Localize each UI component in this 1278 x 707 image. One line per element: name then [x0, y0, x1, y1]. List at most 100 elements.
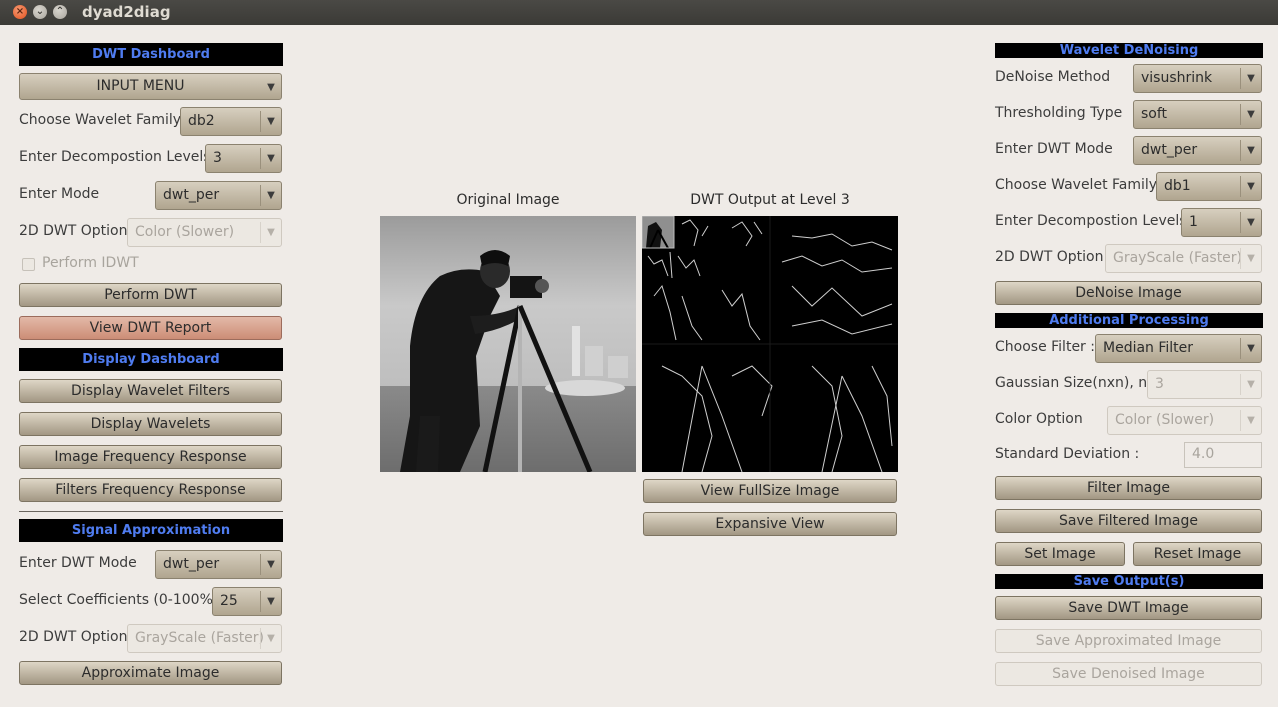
denoise-method-value: visushrink — [1141, 70, 1213, 86]
divider — [19, 511, 283, 512]
thresholding-type-value: soft — [1141, 106, 1168, 122]
denoise-levels-select[interactable]: 1 ▼ — [1181, 208, 1262, 237]
sig-option-label: 2D DWT Option — [19, 629, 128, 645]
chevron-down-icon: ▼ — [260, 554, 281, 575]
perform-dwt-button[interactable]: Perform DWT — [19, 283, 282, 307]
minimize-icon[interactable]: ⌄ — [33, 5, 47, 19]
perform-idwt-checkbox[interactable] — [22, 258, 35, 271]
decomp-levels-select[interactable]: 3 ▼ — [205, 144, 282, 173]
input-menu-dropdown[interactable]: INPUT MENU ▼ — [19, 73, 282, 100]
coefficients-label: Select Coefficients (0-100%) — [19, 592, 219, 608]
close-icon[interactable]: × — [13, 5, 27, 19]
choose-filter-label: Choose Filter : — [995, 339, 1095, 355]
denoise-dwt-mode-select[interactable]: dwt_per ▼ — [1133, 136, 1262, 165]
chevron-down-icon: ▼ — [260, 628, 281, 649]
maximize-icon[interactable]: ⌃ — [53, 5, 67, 19]
save-filtered-image-button[interactable]: Save Filtered Image — [995, 509, 1262, 533]
thresholding-type-select[interactable]: soft ▼ — [1133, 100, 1262, 129]
coefficients-value: 25 — [220, 593, 238, 609]
mode-label: Enter Mode — [19, 186, 100, 202]
sig-option-select[interactable]: GrayScale (Faster) ▼ — [127, 624, 282, 653]
reset-image-button[interactable]: Reset Image — [1133, 542, 1262, 566]
dwt-option-value: Color (Slower) — [135, 224, 235, 240]
thresholding-type-label: Thresholding Type — [995, 105, 1123, 121]
save-outputs-header: Save Output(s) — [995, 574, 1263, 589]
dwt-dashboard-header: DWT Dashboard — [19, 43, 283, 66]
choose-filter-select[interactable]: Median Filter ▼ — [1095, 334, 1262, 363]
chevron-down-icon: ▼ — [1240, 140, 1261, 161]
signal-approximation-header: Signal Approximation — [19, 519, 283, 542]
dwt-output-image — [642, 216, 898, 472]
display-wavelet-filters-button[interactable]: Display Wavelet Filters — [19, 379, 282, 403]
set-image-button[interactable]: Set Image — [995, 542, 1125, 566]
chevron-down-icon: ▼ — [1240, 176, 1261, 197]
window-titlebar: × ⌄ ⌃ dyad2diag — [0, 0, 1278, 25]
perform-idwt-label: Perform IDWT — [42, 255, 139, 271]
denoise-option-value: GrayScale (Faster) — [1113, 250, 1243, 266]
save-denoised-image-button[interactable]: Save Denoised Image — [995, 662, 1262, 686]
denoise-family-value: db1 — [1164, 178, 1191, 194]
denoise-family-select[interactable]: db1 ▼ — [1156, 172, 1262, 201]
chevron-down-icon: ▼ — [260, 148, 281, 169]
gaussian-size-value: 3 — [1155, 376, 1164, 392]
denoise-method-select[interactable]: visushrink ▼ — [1133, 64, 1262, 93]
color-option-label: Color Option — [995, 411, 1083, 427]
wavelet-family-select[interactable]: db2 ▼ — [180, 107, 282, 136]
denoise-dwt-mode-label: Enter DWT Mode — [995, 141, 1113, 157]
chevron-down-icon: ▼ — [1240, 104, 1261, 125]
chevron-down-icon: ▼ — [260, 111, 281, 132]
additional-processing-header: Additional Processing — [995, 313, 1263, 328]
image-frequency-response-button[interactable]: Image Frequency Response — [19, 445, 282, 469]
dwt-option-select[interactable]: Color (Slower) ▼ — [127, 218, 282, 247]
sig-mode-label: Enter DWT Mode — [19, 555, 137, 571]
save-approximated-image-button[interactable]: Save Approximated Image — [995, 629, 1262, 653]
filters-frequency-response-button[interactable]: Filters Frequency Response — [19, 478, 282, 502]
coefficients-select[interactable]: 25 ▼ — [212, 587, 282, 616]
wavelet-family-value: db2 — [188, 113, 215, 129]
original-image-caption: Original Image — [456, 192, 560, 208]
save-dwt-image-button[interactable]: Save DWT Image — [995, 596, 1262, 620]
denoise-method-label: DeNoise Method — [995, 69, 1111, 85]
approximate-image-button[interactable]: Approximate Image — [19, 661, 282, 685]
expansive-view-button[interactable]: Expansive View — [643, 512, 897, 536]
standard-deviation-label: Standard Deviation : — [995, 446, 1140, 462]
choose-filter-value: Median Filter — [1103, 340, 1194, 356]
input-menu-label: INPUT MENU — [96, 78, 185, 94]
dwt-output-caption: DWT Output at Level 3 — [690, 192, 850, 208]
chevron-down-icon: ▼ — [260, 222, 281, 243]
view-dwt-report-button[interactable]: View DWT Report — [19, 316, 282, 340]
view-fullsize-image-button[interactable]: View FullSize Image — [643, 479, 897, 503]
original-image — [380, 216, 636, 472]
filter-image-button[interactable]: Filter Image — [995, 476, 1262, 500]
chevron-down-icon: ▼ — [267, 82, 275, 93]
window-title: dyad2diag — [82, 3, 171, 21]
denoise-family-label: Choose Wavelet Family — [995, 177, 1158, 193]
chevron-down-icon: ▼ — [1240, 374, 1261, 395]
denoise-dwt-mode-value: dwt_per — [1141, 142, 1198, 158]
mode-select[interactable]: dwt_per ▼ — [155, 181, 282, 210]
denoise-option-label: 2D DWT Option — [995, 249, 1104, 265]
mode-value: dwt_per — [163, 187, 220, 203]
gaussian-size-select[interactable]: 3 ▼ — [1147, 370, 1262, 399]
decomp-levels-value: 3 — [213, 150, 222, 166]
dwt-option-label: 2D DWT Option — [19, 223, 128, 239]
denoise-option-select[interactable]: GrayScale (Faster) ▼ — [1105, 244, 1262, 273]
color-option-select[interactable]: Color (Slower) ▼ — [1107, 406, 1262, 435]
chevron-down-icon: ▼ — [1240, 248, 1261, 269]
chevron-down-icon: ▼ — [260, 591, 281, 612]
denoise-levels-value: 1 — [1189, 214, 1198, 230]
color-option-value: Color (Slower) — [1115, 412, 1215, 428]
display-dashboard-header: Display Dashboard — [19, 348, 283, 371]
gaussian-size-label: Gaussian Size(nxn), n: — [995, 375, 1152, 391]
denoise-image-button[interactable]: DeNoise Image — [995, 281, 1262, 305]
sig-option-value: GrayScale (Faster) — [135, 630, 265, 646]
chevron-down-icon: ▼ — [260, 185, 281, 206]
chevron-down-icon: ▼ — [1240, 338, 1261, 359]
wavelet-family-label: Choose Wavelet Family — [19, 112, 182, 128]
sig-mode-select[interactable]: dwt_per ▼ — [155, 550, 282, 579]
chevron-down-icon: ▼ — [1240, 410, 1261, 431]
sig-mode-value: dwt_per — [163, 556, 220, 572]
standard-deviation-input[interactable]: 4.0 — [1184, 442, 1262, 468]
display-wavelets-button[interactable]: Display Wavelets — [19, 412, 282, 436]
chevron-down-icon: ▼ — [1240, 68, 1261, 89]
